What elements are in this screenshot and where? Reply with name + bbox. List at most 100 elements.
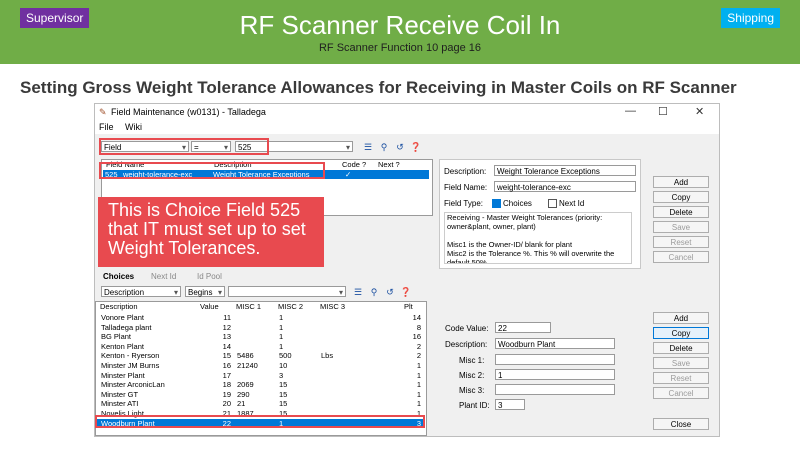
refresh-icon[interactable]: ↺ xyxy=(383,286,397,298)
description-field[interactable]: Weight Tolerance Exceptions xyxy=(494,165,636,176)
col-code[interactable]: Code ? xyxy=(342,160,366,169)
col-misc3[interactable]: MISC 3 xyxy=(320,302,345,311)
code-value-field[interactable]: 22 xyxy=(495,322,551,333)
value-cell: 17 xyxy=(222,370,231,380)
shipping-tag: Shipping xyxy=(721,8,780,28)
minimize-button[interactable]: — xyxy=(625,105,636,117)
reset-button[interactable]: Reset xyxy=(653,236,709,248)
description-cell: Talladega plant xyxy=(101,322,152,332)
checkbox-icon xyxy=(492,199,501,209)
save-button[interactable]: Save xyxy=(653,221,709,233)
col-misc1[interactable]: MISC 1 xyxy=(236,302,261,311)
search-highlight-box xyxy=(99,138,269,155)
delete-button[interactable]: Delete xyxy=(653,206,709,218)
table-row[interactable]: Kenton - Ryerson 15 5486 500 Lbs 2 xyxy=(97,351,423,360)
plant-cell: 1 xyxy=(416,380,421,390)
cancel-choice-button[interactable]: Cancel xyxy=(653,387,709,399)
misc1-label: Misc 1: xyxy=(459,356,485,365)
tab-next-id[interactable]: Next Id xyxy=(151,272,176,281)
value-cell: 13 xyxy=(222,332,231,342)
field-name-field[interactable]: weight-tolerance-exc xyxy=(494,181,636,192)
misc1-cell: 21240 xyxy=(237,361,258,370)
col-plant[interactable]: Plt xyxy=(404,302,413,311)
misc2-cell: 1 xyxy=(279,341,284,351)
menu-file[interactable]: File xyxy=(99,122,114,132)
refresh-icon[interactable]: ↺ xyxy=(393,141,407,153)
notes-textarea[interactable]: Receiving - Master Weight Tolerances (pr… xyxy=(444,212,632,264)
delete-choice-button[interactable]: Delete xyxy=(653,342,709,354)
col-misc2[interactable]: MISC 2 xyxy=(278,302,303,311)
plant-cell: 1 xyxy=(416,361,421,370)
col-value[interactable]: Value xyxy=(200,302,219,311)
field-maintenance-window: ✎ Field Maintenance (w0131) - Talladega … xyxy=(94,103,720,437)
table-row[interactable]: Vonore Plant 11 1 14 xyxy=(97,313,423,322)
filter-icon[interactable]: ☰ xyxy=(351,286,365,298)
table-row[interactable]: Minster Plant 17 3 1 xyxy=(97,371,423,380)
misc1-cell: 5486 xyxy=(237,351,254,361)
misc1-cell: 21 xyxy=(237,399,246,409)
value-cell: 20 xyxy=(222,399,231,409)
tab-bar: Choices Next Id Id Pool xyxy=(101,272,431,284)
menu-wiki[interactable]: Wiki xyxy=(125,122,142,132)
plant-id-field[interactable]: 3 xyxy=(495,399,525,410)
close-window-button[interactable]: ✕ xyxy=(695,105,704,118)
search-icon[interactable]: ⚲ xyxy=(377,141,391,153)
slide-header: Supervisor RF Scanner Receive Coil In RF… xyxy=(0,0,800,64)
misc2-cell: 15 xyxy=(279,380,288,390)
choices-radio[interactable]: Choices xyxy=(492,199,532,209)
maximize-button[interactable]: ☐ xyxy=(658,105,668,118)
tab-choices[interactable]: Choices xyxy=(103,272,134,281)
table-row[interactable]: Minster ATI 20 21 15 1 xyxy=(97,399,423,408)
search-icon[interactable]: ⚲ xyxy=(367,286,381,298)
selected-row-highlight-box xyxy=(95,415,425,428)
value-cell: 18 xyxy=(222,380,231,390)
close-button[interactable]: Close xyxy=(653,418,709,430)
tab-id-pool[interactable]: Id Pool xyxy=(197,272,222,281)
misc1-cell xyxy=(237,323,275,332)
filter-icon[interactable]: ☰ xyxy=(361,141,375,153)
table-row[interactable]: BG Plant 13 1 16 xyxy=(97,332,423,341)
plant-cell: 14 xyxy=(412,313,421,322)
misc3-cell xyxy=(321,313,361,322)
misc3-field[interactable] xyxy=(495,384,615,395)
misc3-cell xyxy=(321,342,361,351)
description-cell: Minster ATI xyxy=(101,399,139,409)
add-choice-button[interactable]: Add xyxy=(653,312,709,324)
table-row[interactable]: Kenton Plant 14 1 2 xyxy=(97,342,423,351)
misc1-cell xyxy=(237,342,275,351)
section-heading: Setting Gross Weight Tolerance Allowance… xyxy=(20,78,737,97)
help-icon[interactable]: ❓ xyxy=(399,286,413,298)
table-row[interactable]: Talladega plant 12 1 8 xyxy=(97,323,423,332)
value-cell: 15 xyxy=(222,351,231,361)
window-title: Field Maintenance (w0131) - Talladega xyxy=(111,107,266,117)
misc2-field[interactable]: 1 xyxy=(495,369,615,380)
misc1-field[interactable] xyxy=(495,354,615,365)
choice-search-input[interactable] xyxy=(228,286,346,298)
plant-cell: 2 xyxy=(416,341,421,351)
help-icon[interactable]: ❓ xyxy=(409,141,423,153)
choice-field-select[interactable]: Description xyxy=(101,286,181,298)
save-choice-button[interactable]: Save xyxy=(653,357,709,369)
next-id-radio[interactable]: Next Id xyxy=(548,199,584,209)
copy-choice-button[interactable]: Copy xyxy=(653,327,709,339)
misc2-cell: 10 xyxy=(279,361,288,370)
add-button[interactable]: Add xyxy=(653,176,709,188)
choice-operator-select[interactable]: Begins xyxy=(185,286,225,298)
table-row[interactable]: Minster JM Burns 16 21240 10 1 xyxy=(97,361,423,370)
copy-button[interactable]: Copy xyxy=(653,191,709,203)
reset-choice-button[interactable]: Reset xyxy=(653,372,709,384)
page-number: page 16 xyxy=(441,42,482,54)
description-cell: Minster Plant xyxy=(101,370,145,380)
cancel-button[interactable]: Cancel xyxy=(653,251,709,263)
col-description[interactable]: Description xyxy=(100,302,138,311)
table-row[interactable]: Minster ArconicLan 18 2069 15 1 xyxy=(97,380,423,389)
col-next[interactable]: Next ? xyxy=(378,160,400,169)
slide-subtitle: RF Scanner Function 10 page 16 xyxy=(318,42,482,54)
choice-description-label: Description: xyxy=(445,340,488,349)
misc1-cell xyxy=(237,332,275,341)
checkbox-icon xyxy=(548,199,557,209)
app-icon: ✎ xyxy=(99,107,107,117)
misc3-label: Misc 3: xyxy=(459,386,485,395)
choice-description-field[interactable]: Woodburn Plant xyxy=(495,338,615,349)
table-row[interactable]: Minster GT 19 290 15 1 xyxy=(97,390,423,399)
